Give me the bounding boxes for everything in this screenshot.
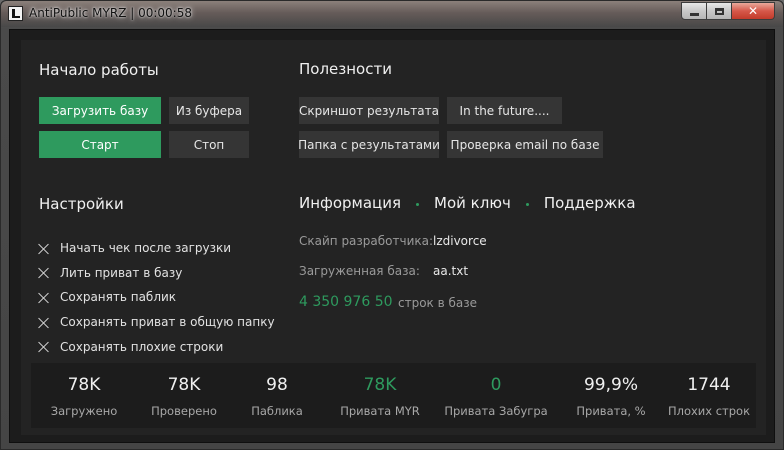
stat-value: 1744 bbox=[687, 375, 731, 395]
utilities-section-heading: Полезности bbox=[299, 60, 392, 78]
setting-label: Сохранять паблик bbox=[60, 290, 177, 305]
checkbox-x-icon[interactable] bbox=[38, 341, 49, 352]
start-button[interactable]: Старт bbox=[39, 131, 161, 158]
checkbox-x-icon[interactable] bbox=[38, 243, 49, 254]
stat-label: Привата, % bbox=[576, 404, 646, 418]
tab-my-key[interactable]: Мой ключ bbox=[434, 194, 511, 212]
window-title: AntiPublic MYRZ | 00:00:58 bbox=[29, 6, 192, 20]
load-base-button[interactable]: Загрузить базу bbox=[39, 97, 161, 124]
setting-label: Сохранять приват в общую папку bbox=[60, 315, 275, 330]
results-folder-button[interactable]: Папка с результатами bbox=[298, 131, 440, 158]
stat-label: Привата Забугра bbox=[444, 404, 548, 418]
client-area: Начало работы Загрузить базу Из буфера С… bbox=[9, 29, 775, 443]
email-check-button[interactable]: Проверка email по базе bbox=[447, 131, 603, 158]
from-clipboard-button[interactable]: Из буфера bbox=[169, 97, 249, 124]
setting-save-private-common-folder[interactable]: Сохранять приват в общую папку bbox=[38, 310, 275, 335]
screenshot-result-button[interactable]: Скриншот результата bbox=[299, 97, 439, 124]
setting-label: Начать чек после загрузки bbox=[60, 241, 232, 256]
stat-value: 78K bbox=[167, 375, 201, 395]
minimize-button[interactable] bbox=[681, 2, 707, 20]
setting-save-bad-rows[interactable]: Сохранять плохие строки bbox=[38, 334, 275, 359]
tab-separator-dot bbox=[416, 203, 420, 206]
setting-save-public[interactable]: Сохранять паблик bbox=[38, 285, 275, 310]
main-panel: Начало работы Загрузить базу Из буфера С… bbox=[21, 40, 766, 435]
dev-skype-value: lzdivorce bbox=[433, 234, 487, 248]
loaded-base-label: Загруженная база: bbox=[299, 264, 420, 278]
close-button[interactable]: ✕ bbox=[732, 2, 775, 20]
maximize-button[interactable] bbox=[707, 2, 732, 20]
close-icon: ✕ bbox=[747, 4, 759, 18]
stat-value: 99,9% bbox=[583, 375, 638, 395]
app-logo-icon bbox=[8, 6, 23, 21]
stat-value: 78K bbox=[363, 375, 397, 395]
stat-value: 78K bbox=[67, 375, 101, 395]
stop-button[interactable]: Стоп bbox=[169, 131, 249, 158]
checkbox-x-icon[interactable] bbox=[38, 292, 49, 303]
stat-value: 0 bbox=[490, 375, 502, 395]
setting-label: Сохранять плохие строки bbox=[60, 339, 224, 354]
stats-bar: 78K Загружено 78K Проверено 98 Паблика 7… bbox=[31, 363, 756, 428]
stat-label: Паблика bbox=[251, 404, 303, 418]
tab-support[interactable]: Поддержка bbox=[544, 194, 636, 212]
in-the-future-button[interactable]: In the future.... bbox=[447, 97, 562, 124]
dev-skype-label: Скайп разработчика: bbox=[299, 234, 434, 248]
settings-section-heading: Настройки bbox=[39, 195, 124, 213]
tab-information[interactable]: Информация bbox=[299, 194, 401, 212]
stat-label: Плохих строк bbox=[667, 404, 751, 418]
minimize-icon bbox=[689, 12, 699, 16]
stat-value: 98 bbox=[266, 375, 288, 395]
stat-label: Загружено bbox=[50, 404, 118, 418]
title-bar[interactable]: AntiPublic MYRZ | 00:00:58 ✕ bbox=[1, 1, 783, 27]
rows-count: 4 350 976 50 bbox=[299, 294, 393, 310]
window-controls: ✕ bbox=[681, 2, 775, 20]
stat-label: Привата MYR bbox=[340, 404, 420, 418]
tab-separator-dot bbox=[525, 203, 529, 206]
setting-start-check-after-load[interactable]: Начать чек после загрузки bbox=[38, 236, 275, 261]
start-section-heading: Начало работы bbox=[39, 61, 159, 79]
settings-list: Начать чек после загрузки Лить приват в … bbox=[38, 236, 275, 359]
checkbox-x-icon[interactable] bbox=[38, 267, 49, 278]
maximize-icon bbox=[714, 7, 724, 15]
setting-push-private-to-base[interactable]: Лить приват в базу bbox=[38, 261, 275, 286]
setting-label: Лить приват в базу bbox=[60, 265, 183, 280]
rows-count-label: строк в базе bbox=[398, 296, 478, 310]
info-tabs: Информация Мой ключ Поддержка bbox=[299, 194, 636, 212]
stat-label: Проверено bbox=[151, 404, 217, 418]
checkbox-x-icon[interactable] bbox=[38, 317, 49, 328]
app-window: AntiPublic MYRZ | 00:00:58 ✕ Начало рабо… bbox=[0, 0, 784, 450]
loaded-base-value: aa.txt bbox=[433, 264, 469, 278]
